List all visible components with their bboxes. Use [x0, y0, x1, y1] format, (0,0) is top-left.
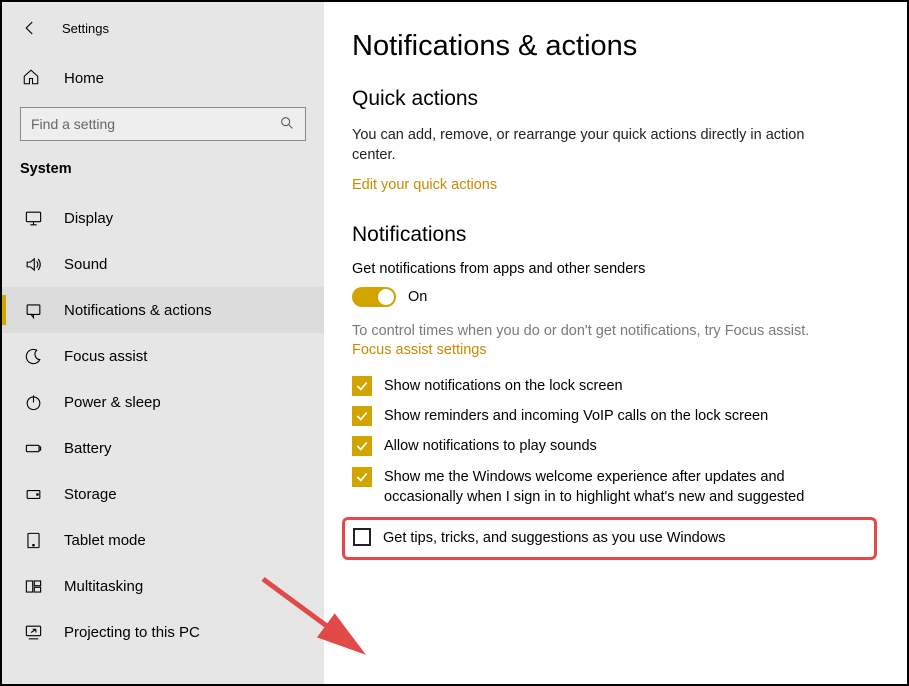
check-show-lock-screen: Show notifications on the lock screen — [352, 376, 867, 396]
nav-list: Display Sound Notifications & actions Fo… — [2, 195, 324, 655]
check-label: Allow notifications to play sounds — [384, 436, 597, 456]
sidebar-item-tablet-mode[interactable]: Tablet mode — [2, 517, 324, 563]
quick-actions-heading: Quick actions — [352, 87, 867, 111]
check-welcome-experience: Show me the Windows welcome experience a… — [352, 467, 867, 508]
project-icon — [22, 623, 44, 642]
sidebar-item-label: Power & sleep — [64, 394, 161, 411]
home-icon — [22, 68, 44, 89]
check-tips-tricks-highlighted: Get tips, tricks, and suggestions as you… — [342, 517, 877, 559]
notifications-toggle[interactable] — [352, 287, 396, 307]
edit-quick-actions-link[interactable]: Edit your quick actions — [352, 177, 497, 193]
checkbox[interactable] — [352, 467, 372, 487]
home-nav[interactable]: Home — [2, 58, 324, 99]
checkbox[interactable] — [352, 436, 372, 456]
back-button[interactable] — [16, 14, 44, 42]
power-icon — [22, 393, 44, 412]
search-field[interactable] — [31, 116, 279, 132]
moon-icon — [22, 347, 44, 366]
battery-icon — [22, 439, 44, 458]
sidebar-item-label: Battery — [64, 440, 112, 457]
focus-assist-link[interactable]: Focus assist settings — [352, 342, 487, 358]
check-play-sounds: Allow notifications to play sounds — [352, 436, 867, 456]
sidebar-item-label: Focus assist — [64, 348, 147, 365]
check-show-reminders: Show reminders and incoming VoIP calls o… — [352, 406, 867, 426]
check-label: Show reminders and incoming VoIP calls o… — [384, 406, 768, 426]
sidebar-item-sound[interactable]: Sound — [2, 241, 324, 287]
quick-actions-section: Quick actions You can add, remove, or re… — [352, 87, 867, 193]
tablet-icon — [22, 531, 44, 550]
sidebar-item-projecting[interactable]: Projecting to this PC — [2, 609, 324, 655]
notifications-toggle-label: Get notifications from apps and other se… — [352, 261, 867, 277]
multitask-icon — [22, 577, 44, 596]
storage-icon — [22, 485, 44, 504]
checkbox[interactable] — [353, 528, 371, 546]
sidebar-item-display[interactable]: Display — [2, 195, 324, 241]
sidebar-item-label: Notifications & actions — [64, 302, 212, 319]
sidebar-item-multitasking[interactable]: Multitasking — [2, 563, 324, 609]
sidebar-item-storage[interactable]: Storage — [2, 471, 324, 517]
app-title: Settings — [62, 21, 109, 36]
notification-checks: Show notifications on the lock screen Sh… — [352, 376, 867, 560]
toggle-state-label: On — [408, 289, 427, 305]
speaker-icon — [22, 255, 44, 274]
sidebar-item-notifications[interactable]: Notifications & actions — [2, 287, 324, 333]
search-icon — [279, 115, 295, 134]
page-title: Notifications & actions — [352, 30, 867, 63]
focus-assist-text: To control times when you do or don't ge… — [352, 321, 812, 341]
check-label: Get tips, tricks, and suggestions as you… — [383, 528, 726, 548]
search-input[interactable] — [20, 107, 306, 141]
sidebar-item-focus-assist[interactable]: Focus assist — [2, 333, 324, 379]
check-label: Show notifications on the lock screen — [384, 376, 623, 396]
sidebar-item-label: Storage — [64, 486, 117, 503]
checkbox[interactable] — [352, 406, 372, 426]
sidebar-item-label: Display — [64, 210, 113, 227]
sidebar-item-label: Multitasking — [64, 578, 143, 595]
sidebar-item-label: Sound — [64, 256, 107, 273]
monitor-icon — [22, 209, 44, 228]
sidebar-item-label: Projecting to this PC — [64, 624, 200, 641]
checkbox[interactable] — [352, 376, 372, 396]
sidebar: Settings Home System Display — [2, 2, 324, 684]
sidebar-item-power-sleep[interactable]: Power & sleep — [2, 379, 324, 425]
notification-icon — [22, 301, 44, 320]
quick-actions-description: You can add, remove, or rearrange your q… — [352, 125, 812, 166]
notifications-section: Notifications Get notifications from app… — [352, 223, 867, 560]
sidebar-item-battery[interactable]: Battery — [2, 425, 324, 471]
sidebar-item-label: Tablet mode — [64, 532, 146, 549]
category-heading: System — [2, 155, 324, 195]
notifications-heading: Notifications — [352, 223, 867, 247]
main-content: Notifications & actions Quick actions Yo… — [324, 2, 907, 684]
check-label: Show me the Windows welcome experience a… — [384, 467, 814, 508]
home-label: Home — [64, 70, 104, 87]
